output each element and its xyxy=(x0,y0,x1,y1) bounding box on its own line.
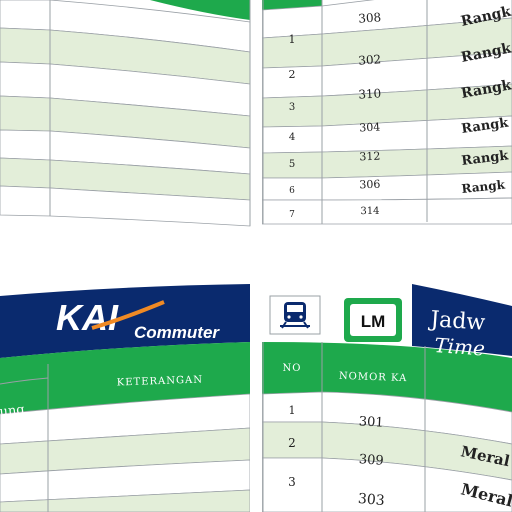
table-row xyxy=(262,197,512,225)
row-number: 4 xyxy=(289,132,295,143)
train-number: 304 xyxy=(359,120,381,134)
row-number: 1 xyxy=(289,404,296,417)
row-number: 6 xyxy=(289,186,295,196)
row-number: 7 xyxy=(289,210,295,220)
row-number: 3 xyxy=(289,102,295,113)
train-number: 314 xyxy=(360,206,379,217)
header-no: NO xyxy=(283,363,302,374)
top-right-schedule-fragment: 1 2 3 4 5 6 7 308 302 310 304 312 306 31… xyxy=(262,0,512,228)
logo-kai: KAI xyxy=(56,297,119,338)
train-number: 302 xyxy=(358,52,382,68)
bottom-left-table: KAI Commuter KETERANGAN ung xyxy=(0,284,250,512)
title-line1: Jadw xyxy=(428,307,487,336)
line-badge: LM xyxy=(344,298,402,342)
train-number: 308 xyxy=(358,10,382,26)
title-line2: Time xyxy=(434,333,486,360)
train-number: 312 xyxy=(359,150,380,164)
train-icon xyxy=(269,295,321,335)
line-code: LM xyxy=(361,312,386,331)
logo-commuter: Commuter xyxy=(134,323,220,342)
bottom-left-schedule-fragment: KAI Commuter KETERANGAN ung xyxy=(0,284,250,512)
train-number: 303 xyxy=(357,491,385,509)
top-left-schedule-fragment xyxy=(0,0,256,228)
bottom-right-schedule-fragment: LM Jadw Time NO NOMOR KA 1 301 2 309 Mer… xyxy=(262,284,512,512)
row-number: 2 xyxy=(289,68,296,81)
header-partial-label: ung xyxy=(0,402,25,420)
train-number: 309 xyxy=(358,452,384,469)
top-right-table: 1 2 3 4 5 6 7 308 302 310 304 312 306 31… xyxy=(262,0,512,225)
train-number: 301 xyxy=(358,414,384,430)
row-number: 3 xyxy=(288,475,296,489)
train-number: 306 xyxy=(359,178,380,192)
row-number: 1 xyxy=(289,33,296,46)
train-number: 310 xyxy=(358,86,382,101)
top-left-table xyxy=(0,0,251,227)
row-number: 2 xyxy=(288,436,296,450)
bottom-right-table: LM Jadw Time NO NOMOR KA 1 301 2 309 Mer… xyxy=(262,284,512,512)
row-number: 5 xyxy=(289,159,295,170)
